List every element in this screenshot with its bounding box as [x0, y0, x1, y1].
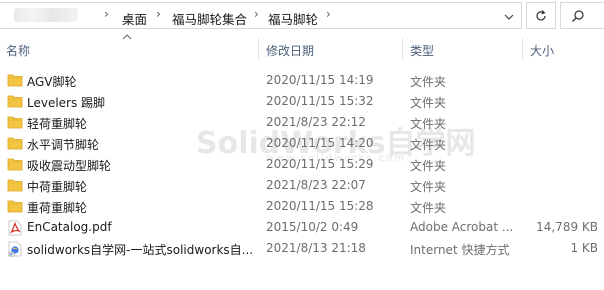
pdf-icon [7, 220, 23, 236]
sort-ascending-icon [122, 34, 132, 40]
file-modified-date: 2021/8/13 21:18 [266, 241, 366, 255]
file-type: Adobe Acrobat ... [410, 220, 514, 234]
file-modified-date: 2020/11/15 15:28 [266, 199, 374, 213]
search-box[interactable] [560, 2, 604, 29]
refresh-icon [536, 9, 546, 20]
folder-icon [7, 178, 23, 192]
breadcrumb-separator[interactable]: › [254, 7, 259, 21]
file-modified-date: 2015/10/2 0:49 [266, 220, 359, 234]
file-row[interactable]: 轻荷重脚轮 2021/8/23 22:12 文件夹 [0, 112, 604, 133]
folder-icon [7, 94, 23, 108]
breadcrumb-caster[interactable]: 福马脚轮 [268, 9, 318, 28]
file-type: 文件夹 [410, 180, 447, 194]
refresh-button[interactable] [526, 2, 556, 29]
breadcrumb-separator[interactable]: › [326, 7, 331, 21]
breadcrumb-desktop[interactable]: 桌面 [122, 9, 147, 28]
file-list: AGV脚轮 2020/11/15 14:19 文件夹 Levelers 踢脚 2020/… [0, 70, 604, 259]
file-name: 轻荷重脚轮 [27, 117, 88, 131]
file-modified-date: 2020/11/15 15:29 [266, 157, 374, 171]
address-bar-row: › 桌面 › 福马脚轮集合 › 福马脚轮 › [0, 0, 604, 32]
file-name: 中荷重脚轮 [27, 180, 88, 194]
file-modified-date: 2020/11/15 14:20 [266, 136, 374, 150]
file-modified-date: 2020/11/15 15:32 [266, 94, 374, 108]
file-modified-date: 2021/8/23 22:12 [266, 115, 366, 129]
file-type: 文件夹 [410, 159, 447, 173]
file-name: 吸收震动型脚轮 [27, 159, 112, 173]
file-name: 水平调节脚轮 [27, 138, 100, 152]
file-row[interactable]: solidworks自学网-一站式solidworks自... 2021/8/13… [0, 238, 604, 259]
breadcrumb-separator[interactable]: › [156, 7, 161, 21]
file-name: 重荷重脚轮 [27, 201, 88, 215]
file-row[interactable]: 吸收震动型脚轮 2020/11/15 15:29 文件夹 [0, 154, 604, 175]
address-history-button[interactable] [500, 8, 518, 26]
folder-icon [7, 73, 23, 87]
file-row[interactable]: 水平调节脚轮 2020/11/15 14:20 文件夹 [0, 133, 604, 154]
column-divider[interactable] [258, 38, 259, 60]
file-row[interactable]: Levelers 踢脚 2020/11/15 15:32 文件夹 [0, 91, 604, 112]
folder-icon [7, 157, 23, 171]
column-divider[interactable] [402, 38, 403, 60]
file-name: solidworks自学网-一站式solidworks自... [27, 243, 254, 257]
column-header-date[interactable]: 修改日期 [266, 42, 314, 59]
file-modified-date: 2020/11/15 14:19 [266, 73, 374, 87]
internet-shortcut-icon [7, 241, 23, 257]
file-type: 文件夹 [410, 75, 447, 89]
folder-icon [7, 199, 23, 213]
column-header-row: 名称 修改日期 类型 大小 [0, 32, 604, 62]
address-bar[interactable]: › 桌面 › 福马脚轮集合 › 福马脚轮 › [0, 2, 522, 29]
folder-icon [7, 115, 23, 129]
file-name: AGV脚轮 [27, 75, 77, 89]
search-icon [572, 9, 584, 22]
file-modified-date: 2021/8/23 22:07 [266, 178, 366, 192]
column-header-size[interactable]: 大小 [530, 42, 554, 59]
blurred-path-segment [14, 8, 78, 22]
file-name: Levelers 踢脚 [27, 96, 106, 110]
file-row[interactable]: 重荷重脚轮 2020/11/15 15:28 文件夹 [0, 196, 604, 217]
folder-icon [7, 136, 23, 150]
chevron-down-icon [504, 14, 514, 20]
file-name: EnCatalog.pdf [27, 220, 112, 234]
column-header-type[interactable]: 类型 [410, 42, 434, 59]
column-divider[interactable] [522, 38, 523, 60]
file-size: 14,789 KB [536, 220, 598, 234]
file-size: 1 KB [570, 241, 598, 255]
file-type: Internet 快捷方式 [410, 243, 510, 257]
breadcrumb-caster-collection[interactable]: 福马脚轮集合 [172, 9, 247, 28]
file-row[interactable]: 中荷重脚轮 2021/8/23 22:07 文件夹 [0, 175, 604, 196]
file-type: 文件夹 [410, 96, 447, 110]
column-header-name[interactable]: 名称 [6, 42, 30, 59]
file-type: 文件夹 [410, 201, 447, 215]
file-row[interactable]: AGV脚轮 2020/11/15 14:19 文件夹 [0, 70, 604, 91]
file-row[interactable]: EnCatalog.pdf 2015/10/2 0:49 Adobe Acrobat… [0, 217, 604, 238]
file-type: 文件夹 [410, 138, 447, 152]
breadcrumb-separator[interactable]: › [104, 7, 109, 21]
file-type: 文件夹 [410, 117, 447, 131]
